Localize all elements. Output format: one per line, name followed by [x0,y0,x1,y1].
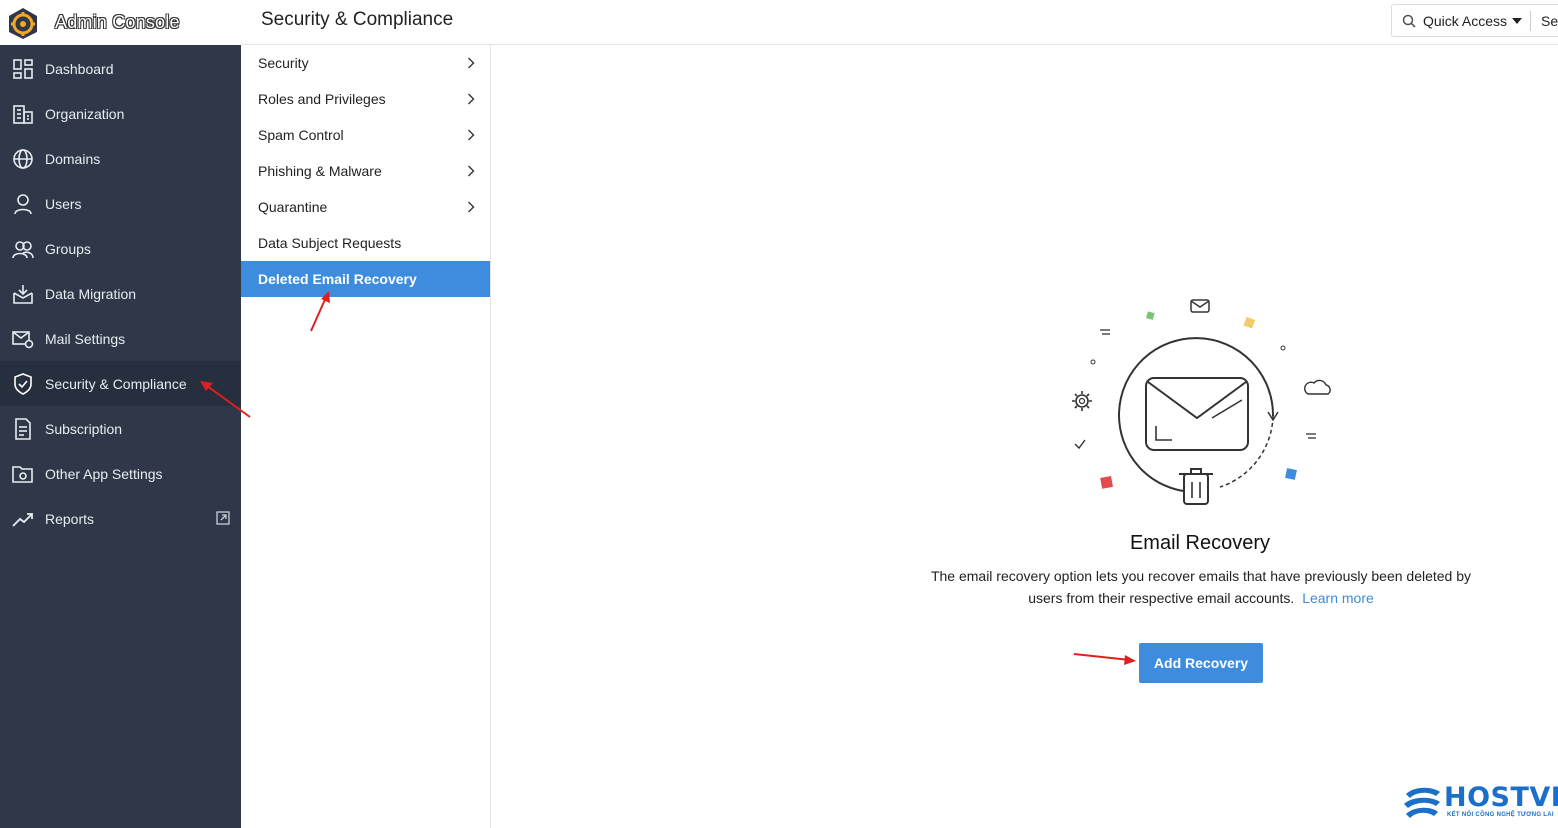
sidebar-item-domains[interactable]: Domains [0,136,241,181]
sidebar-item-label: Reports [45,511,95,527]
search-console-label[interactable]: Se [1541,13,1558,29]
top-bar: Admin Console Security & Compliance Quic… [0,0,1558,45]
security-submenu: Security Roles and Privileges Spam Contr… [241,45,491,828]
empty-state-description: The email recovery option lets you recov… [920,565,1482,609]
empty-state-title: Email Recovery [1129,532,1271,554]
caret-down-icon [1512,17,1523,24]
submenu-item-quarantine[interactable]: Quarantine [241,189,490,225]
add-recovery-button[interactable]: Add Recovery [1139,643,1263,683]
folder-gear-icon [12,466,33,483]
shield-icon [14,373,32,395]
submenu-item-label: Spam Control [258,127,344,143]
email-recovery-illustration [1072,299,1331,505]
sidebar-item-label: Dashboard [45,61,114,77]
submenu-item-label: Phishing & Malware [258,163,382,179]
hostvn-logo-icon [1404,787,1440,818]
search-icon [1402,14,1416,28]
submenu-item-label: Security [258,55,309,71]
submenu-item-label: Roles and Privileges [258,91,386,107]
admin-console-logo-icon [9,7,37,39]
watermark-brand: HOSTVN [1444,782,1558,813]
inbox-download-icon [13,285,33,304]
sidebar-item-label: Subscription [45,421,123,437]
sidebar-item-data-migration[interactable]: Data Migration [0,271,241,316]
submenu-item-security[interactable]: Security [241,45,490,81]
submenu-item-label: Quarantine [258,199,328,215]
chevron-right-icon [468,165,475,177]
sidebar-item-security-compliance[interactable]: Security & Compliance [0,361,241,406]
sidebar-item-other-app-settings[interactable]: Other App Settings [0,451,241,496]
sidebar-item-label: Data Migration [45,286,137,302]
learn-more-link[interactable]: Learn more [1302,590,1374,606]
trend-icon [12,513,33,527]
sidebar-item-label: Security & Compliance [45,376,187,392]
submenu-item-data-subject-requests[interactable]: Data Subject Requests [241,225,490,261]
description-text: The email recovery option lets you recov… [930,568,1472,606]
chevron-right-icon [468,93,475,105]
sidebar-item-label: Domains [45,151,101,167]
submenu-item-label: Deleted Email Recovery [258,271,417,287]
sidebar-item-users[interactable]: Users [0,181,241,226]
submenu-item-spam-control[interactable]: Spam Control [241,117,490,153]
sidebar-item-label: Groups [45,241,91,257]
page-title: Security & Compliance [261,9,454,30]
chevron-right-icon [468,201,475,213]
watermark-tagline: KẾT NỐI CÔNG NGHỆ TƯƠNG LAI [1447,812,1554,818]
sidebar-item-dashboard[interactable]: Dashboard [0,46,241,91]
main-content [491,45,1558,828]
sidebar-item-groups[interactable]: Groups [0,226,241,271]
chevron-right-icon [468,57,475,69]
sidebar-item-reports[interactable]: Reports [0,496,241,541]
globe-icon [13,149,33,169]
group-icon [12,241,34,259]
submenu-item-phishing-malware[interactable]: Phishing & Malware [241,153,490,189]
submenu-item-deleted-email-recovery[interactable]: Deleted Email Recovery [241,261,490,297]
hostvn-watermark: HOSTVN KẾT NỐI CÔNG NGHỆ TƯƠNG LAI [1400,782,1558,826]
submenu-item-label: Data Subject Requests [258,235,402,251]
quick-access-label: Quick Access [1423,12,1508,29]
sidebar-item-label: Organization [45,106,125,122]
document-icon [15,418,31,440]
quick-access-button[interactable]: Quick Access Se [1391,4,1558,37]
sidebar: Dashboard Organization Domains Users Gro… [0,45,241,828]
sidebar-item-label: Other App Settings [45,466,163,482]
brand[interactable]: Admin Console [0,0,241,45]
submenu-item-roles-privileges[interactable]: Roles and Privileges [241,81,490,117]
user-icon [14,194,32,215]
sidebar-item-label: Users [45,196,82,212]
sidebar-item-subscription[interactable]: Subscription [0,406,241,451]
sidebar-item-organization[interactable]: Organization [0,91,241,136]
chevron-right-icon [468,129,475,141]
divider [1530,10,1532,31]
app-name: Admin Console [55,12,180,32]
building-icon [13,105,33,124]
sidebar-item-mail-settings[interactable]: Mail Settings [0,316,241,361]
mail-gear-icon [12,331,34,349]
dashboard-icon [13,59,33,79]
external-link-icon[interactable] [216,511,230,525]
sidebar-item-label: Mail Settings [45,331,126,347]
